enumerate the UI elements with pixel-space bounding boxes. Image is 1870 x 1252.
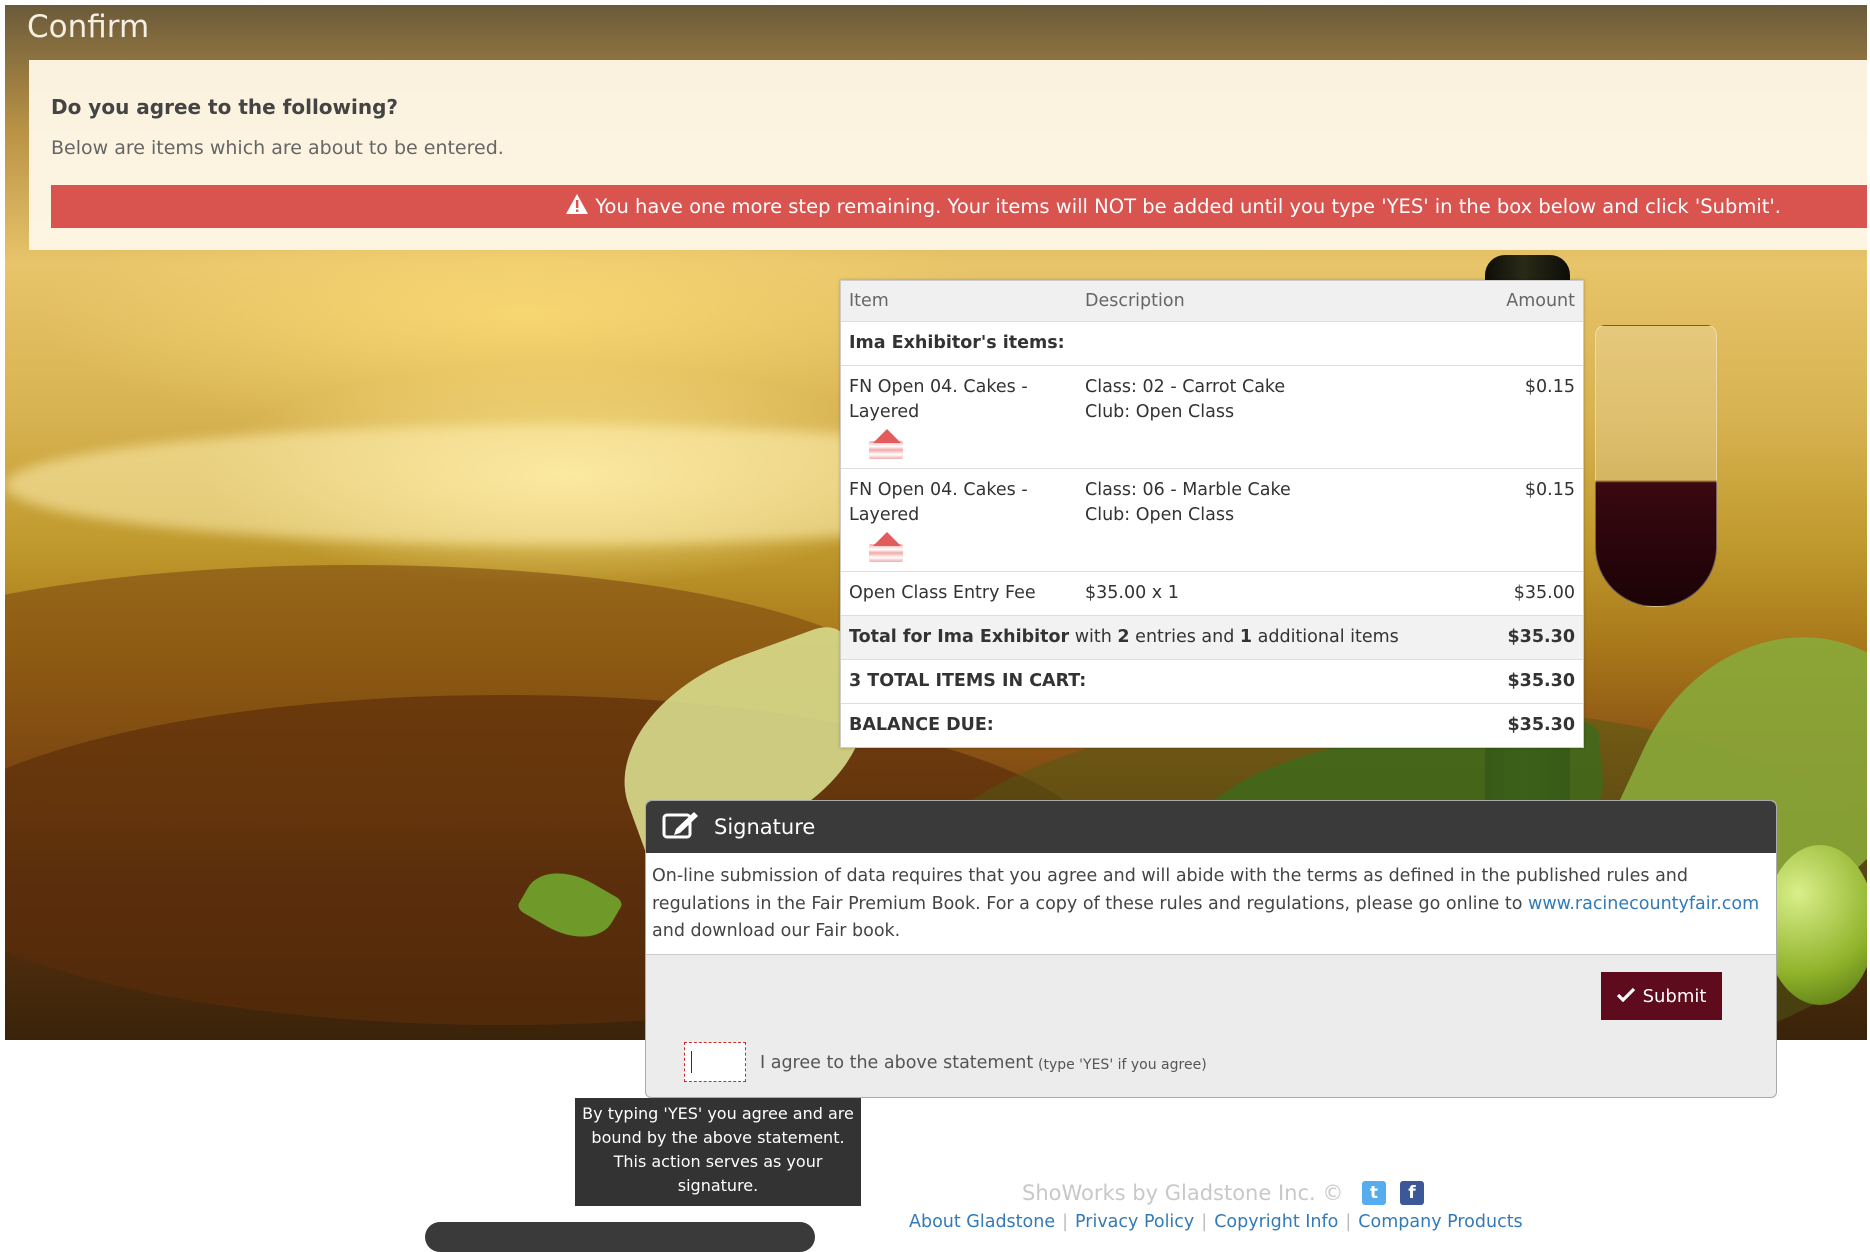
table-header-row: Item Description Amount: [841, 281, 1583, 322]
total-additional-text: additional items: [1252, 627, 1399, 647]
page-title: Confirm: [27, 9, 150, 45]
twitter-icon[interactable]: t: [1362, 1181, 1386, 1205]
total-entries-text: entries and: [1129, 627, 1240, 647]
item-class: Class: 02 - Carrot Cake: [1085, 377, 1286, 397]
footer-links: About Gladstone | Privacy Policy | Copyright…: [909, 1212, 1523, 1232]
total-amount: $35.30: [1479, 615, 1583, 660]
signature-title: Signature: [714, 815, 816, 839]
item-name: FN Open 04. Cakes - Layered: [849, 377, 1028, 422]
item-club: Club: Open Class: [1085, 505, 1235, 525]
warning-alert: You have one more step remaining. Your i…: [51, 185, 1867, 228]
fee-amount: $35.00: [1479, 571, 1583, 616]
signature-tooltip: By typing 'YES' you agree and are bound …: [575, 1098, 861, 1206]
wine-glass-image: [1595, 325, 1717, 607]
group-row: Ima Exhibitor's items:: [841, 321, 1583, 366]
footer-link-products[interactable]: Company Products: [1358, 1212, 1522, 1232]
group-label: Ima Exhibitor's items:: [841, 321, 1583, 366]
balance-amount: $35.30: [1479, 703, 1583, 747]
table-row: FN Open 04. Cakes - Layered Class: 06 - …: [841, 468, 1583, 572]
cart-total-amount: $35.30: [1479, 659, 1583, 704]
footer-link-about[interactable]: About Gladstone: [909, 1212, 1055, 1232]
table-row: FN Open 04. Cakes - Layered Class: 02 - …: [841, 365, 1583, 469]
question-heading: Do you agree to the following?: [51, 95, 399, 119]
agree-hint: (type 'YES' if you agree): [1038, 1057, 1207, 1073]
bottom-bar: [425, 1222, 815, 1252]
facebook-icon[interactable]: f: [1400, 1181, 1424, 1205]
total-prefix: Total for Ima Exhibitor: [849, 627, 1070, 647]
item-class: Class: 06 - Marble Cake: [1085, 480, 1291, 500]
cake-icon[interactable]: [869, 532, 903, 562]
total-entries-count: 2: [1117, 627, 1130, 647]
fee-description: $35.00 x 1: [1077, 571, 1480, 616]
question-subtitle: Below are items which are about to be en…: [51, 137, 504, 159]
cake-icon[interactable]: [869, 429, 903, 459]
item-amount: $0.15: [1479, 365, 1583, 469]
grapes-image: [1765, 845, 1867, 1005]
fee-row: Open Class Entry Fee $35.00 x 1 $35.00: [841, 571, 1583, 616]
footer-brand: ShoWorks by Gladstone Inc. ©: [1022, 1181, 1344, 1205]
edit-icon: [662, 810, 700, 845]
cart-total-label: 3 TOTAL ITEMS IN CART:: [841, 659, 1480, 704]
item-name: FN Open 04. Cakes - Layered: [849, 480, 1028, 525]
signature-panel: Signature On-line submission of data req…: [645, 800, 1777, 1098]
signature-terms: On-line submission of data requires that…: [646, 853, 1776, 955]
total-with-text: with: [1069, 627, 1118, 647]
footer-link-privacy[interactable]: Privacy Policy: [1075, 1212, 1194, 1232]
alert-text: You have one more step remaining. Your i…: [595, 195, 1781, 218]
terms-text-end: and download our Fair book.: [652, 921, 901, 941]
item-club: Club: Open Class: [1085, 402, 1235, 422]
cart-total-row: 3 TOTAL ITEMS IN CART: $35.30: [841, 659, 1583, 704]
footer-link-copyright[interactable]: Copyright Info: [1214, 1212, 1338, 1232]
total-additional-count: 1: [1239, 627, 1253, 647]
warning-icon: [565, 193, 589, 220]
column-header-amount: Amount: [1479, 281, 1583, 322]
submit-label: Submit: [1642, 985, 1707, 1007]
submit-button[interactable]: Submit: [1601, 972, 1722, 1020]
column-header-description: Description: [1077, 281, 1480, 322]
exhibitor-total-row: Total for Ima Exhibitor with 2 entries a…: [841, 615, 1583, 660]
column-header-item: Item: [841, 281, 1077, 322]
signature-header: Signature: [646, 801, 1776, 853]
confirm-panel: Do you agree to the following? Below are…: [29, 60, 1867, 250]
balance-row: BALANCE DUE: $35.30: [841, 703, 1583, 747]
fair-website-link[interactable]: www.racinecountyfair.com: [1528, 894, 1759, 914]
item-amount: $0.15: [1479, 468, 1583, 572]
text-caret: [691, 1051, 692, 1073]
yes-input[interactable]: [684, 1042, 746, 1082]
fee-name: Open Class Entry Fee: [841, 571, 1077, 616]
check-icon: [1616, 986, 1635, 1007]
agree-label: I agree to the above statement: [760, 1053, 1034, 1073]
balance-label: BALANCE DUE:: [841, 703, 1480, 747]
cart-table: Item Description Amount Ima Exhibitor's …: [840, 280, 1584, 748]
